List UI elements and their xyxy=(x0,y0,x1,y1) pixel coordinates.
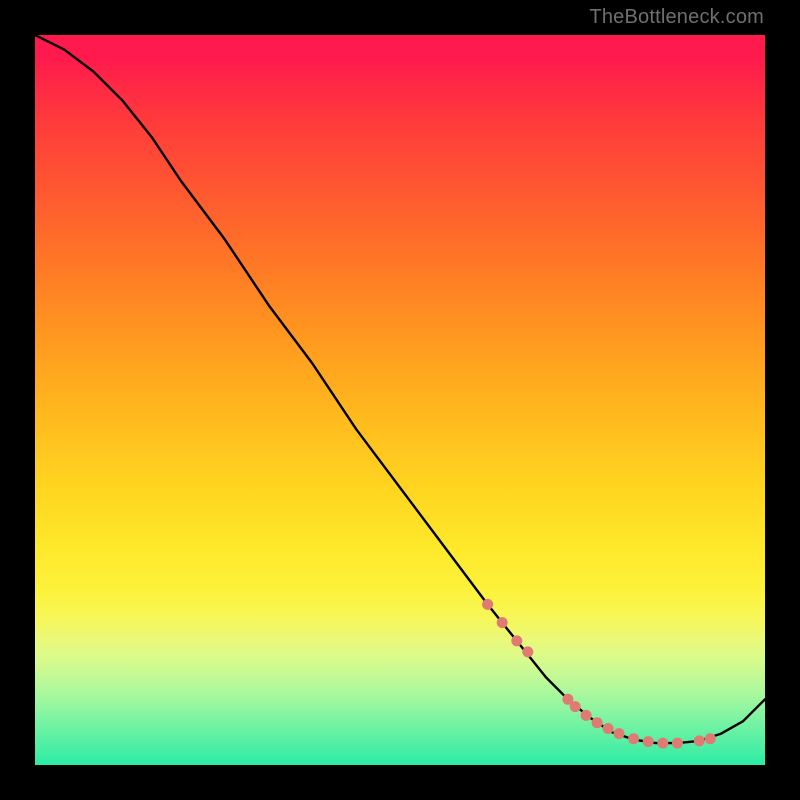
curve-marker xyxy=(614,728,625,739)
chart-frame: TheBottleneck.com xyxy=(0,0,800,800)
curve-marker xyxy=(705,733,716,744)
curve-marker xyxy=(694,735,705,746)
curve-marker xyxy=(657,738,668,749)
curve-marker xyxy=(497,617,508,628)
plot-area xyxy=(35,35,765,765)
curve-marker xyxy=(628,733,639,744)
curve-marker xyxy=(603,723,614,734)
curve-marker xyxy=(592,717,603,728)
curve-marker xyxy=(511,635,522,646)
watermark-text: TheBottleneck.com xyxy=(589,6,764,29)
curve-marker xyxy=(482,599,493,610)
curve-marker xyxy=(522,646,533,657)
curve-marker xyxy=(581,710,592,721)
curve-svg xyxy=(35,35,765,765)
curve-marker xyxy=(570,701,581,712)
curve-marker xyxy=(643,736,654,747)
marker-group xyxy=(482,599,716,749)
curve-marker xyxy=(672,738,683,749)
bottleneck-curve xyxy=(35,35,765,743)
